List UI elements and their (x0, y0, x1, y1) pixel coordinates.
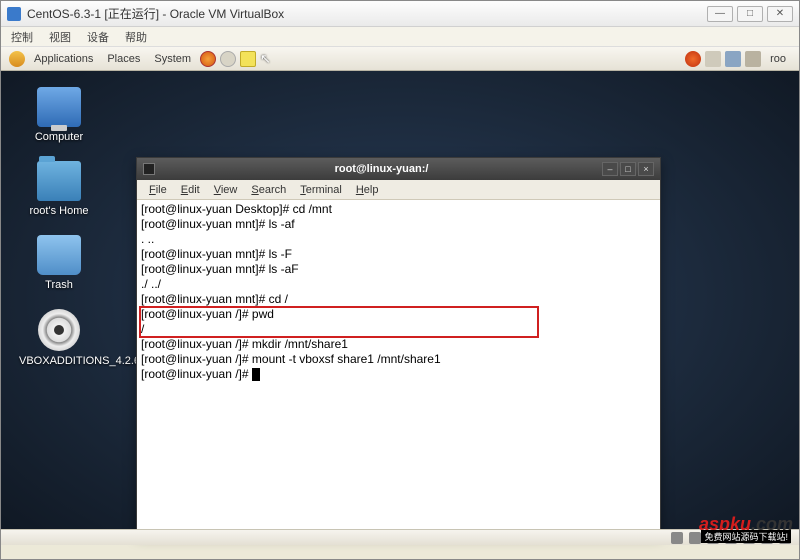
computer-icon (37, 87, 81, 127)
terminal-menu-file[interactable]: File (143, 184, 173, 196)
terminal-minimize-button[interactable]: – (602, 162, 618, 176)
desktop-icon-label: Computer (19, 131, 99, 143)
terminal-icon (143, 163, 155, 175)
vbox-menu-view[interactable]: 视图 (49, 29, 71, 45)
disc-icon (38, 309, 80, 351)
notes-icon[interactable] (240, 51, 256, 67)
gnome-panel: Applications Places System ↖ roo (1, 47, 799, 71)
user-indicator[interactable]: roo (763, 53, 793, 65)
menu-system[interactable]: System (147, 53, 198, 65)
terminal-menu-edit[interactable]: Edit (175, 184, 206, 196)
tray-icon[interactable] (745, 51, 761, 67)
desktop-icon-trash[interactable]: Trash (19, 235, 99, 291)
guest-desktop: Applications Places System ↖ roo Compute… (1, 47, 799, 545)
terminal-menu-search[interactable]: Search (245, 184, 292, 196)
desktop-icon-computer[interactable]: Computer (19, 87, 99, 143)
gnome-foot-icon (9, 51, 25, 67)
vbox-menu-devices[interactable]: 设备 (87, 29, 109, 45)
vbox-app-icon (7, 7, 21, 21)
maximize-button[interactable]: □ (737, 6, 763, 22)
folder-icon (37, 161, 81, 201)
firefox-icon[interactable] (200, 51, 216, 67)
vbox-title: CentOS-6.3-1 [正在运行] - Oracle VM VirtualB… (27, 5, 707, 22)
status-hdd-icon[interactable] (671, 532, 683, 544)
terminal-menu-help[interactable]: Help (350, 184, 385, 196)
vbox-menu-control[interactable]: 控制 (11, 29, 33, 45)
vbox-titlebar: CentOS-6.3-1 [正在运行] - Oracle VM VirtualB… (1, 1, 799, 27)
desktop-icon-label: VBOXADDITIONS_4.2.6_82870 (19, 355, 99, 367)
trash-icon (37, 235, 81, 275)
menu-places[interactable]: Places (100, 53, 147, 65)
terminal-close-button[interactable]: × (638, 162, 654, 176)
terminal-title: root@linux-yuan:/ (161, 163, 602, 175)
minimize-button[interactable]: — (707, 6, 733, 22)
close-button[interactable]: ✕ (767, 6, 793, 22)
virtualbox-window: CentOS-6.3-1 [正在运行] - Oracle VM VirtualB… (0, 0, 800, 560)
home-icon[interactable] (220, 51, 236, 67)
volume-icon[interactable] (705, 51, 721, 67)
desktop-icon-vboxadditions[interactable]: VBOXADDITIONS_4.2.6_82870 (19, 309, 99, 367)
vbox-menu-help[interactable]: 帮助 (125, 29, 147, 45)
vbox-statusbar (1, 529, 799, 545)
desktop-icon-label: Trash (19, 279, 99, 291)
terminal-titlebar[interactable]: root@linux-yuan:/ – □ × (137, 158, 660, 180)
vbox-menubar: 控制 视图 设备 帮助 (1, 27, 799, 47)
desktop-icon-grid: Computer root's Home Trash VBOXADDITIONS… (19, 87, 99, 367)
desktop-icon-label: root's Home (19, 205, 99, 217)
terminal-menu-terminal[interactable]: Terminal (294, 184, 348, 196)
menu-applications[interactable]: Applications (27, 53, 100, 65)
terminal-body[interactable]: [root@linux-yuan Desktop]# cd /mnt [root… (137, 200, 660, 532)
terminal-menubar: File Edit View Search Terminal Help (137, 180, 660, 200)
terminal-window: root@linux-yuan:/ – □ × File Edit View S… (136, 157, 661, 533)
terminal-window-controls: – □ × (602, 162, 654, 176)
desktop-icon-home[interactable]: root's Home (19, 161, 99, 217)
alert-icon[interactable] (685, 51, 701, 67)
vbox-window-controls: — □ ✕ (707, 6, 793, 22)
cursor-icon: ↖ (260, 51, 271, 67)
terminal-maximize-button[interactable]: □ (620, 162, 636, 176)
terminal-menu-view[interactable]: View (208, 184, 244, 196)
network-icon[interactable] (725, 51, 741, 67)
watermark-subtitle: 免费网站源码下载站! (701, 530, 791, 543)
